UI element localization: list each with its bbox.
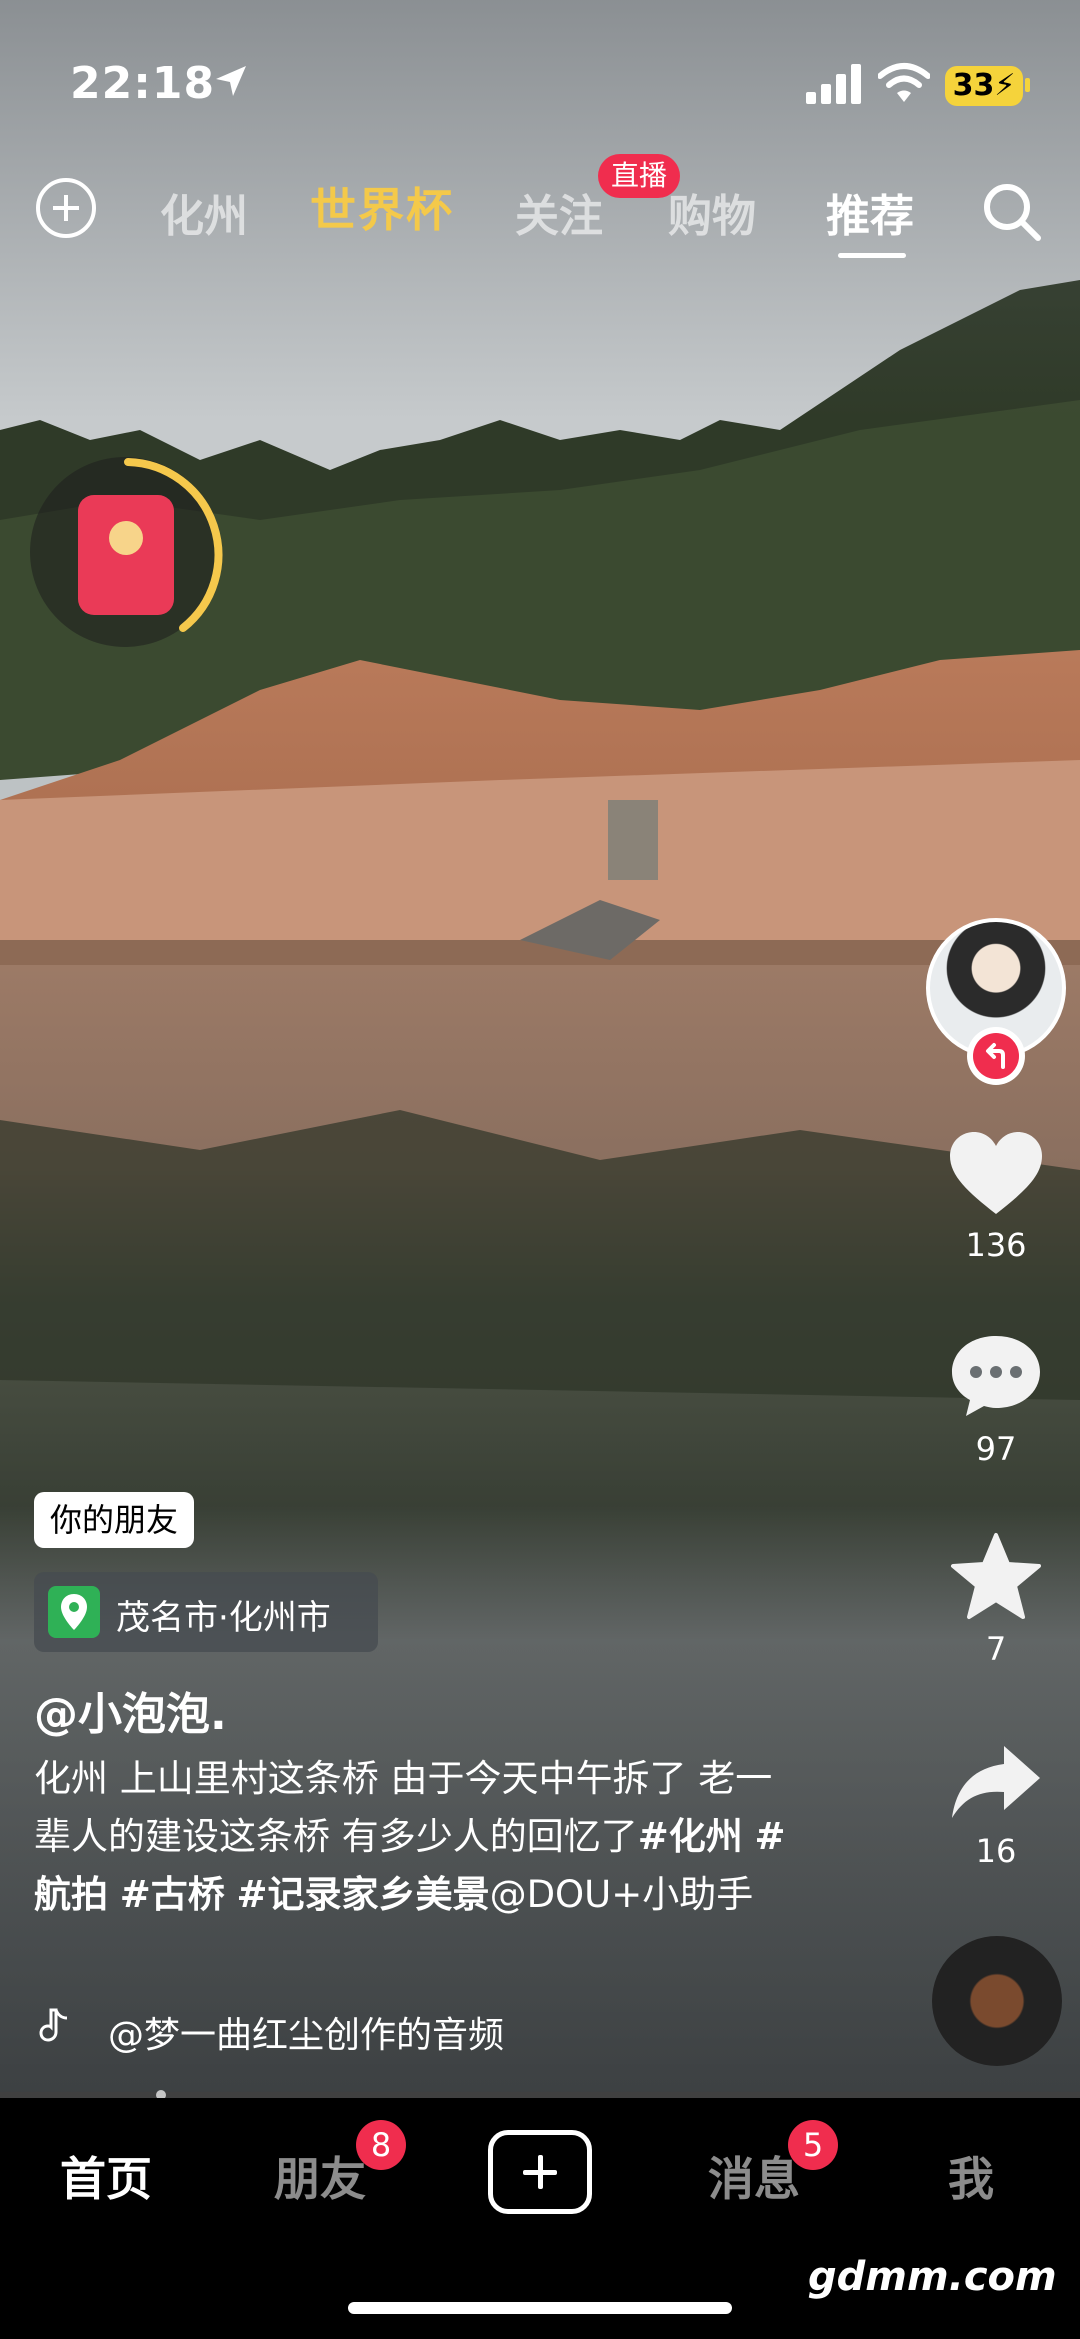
hashtag[interactable]: #化州 [638, 1815, 743, 1858]
status-bar: 22:18 33⚡ [0, 50, 1080, 120]
heart-icon [950, 1132, 1042, 1214]
status-time: 22:18 [70, 58, 216, 109]
messages-badge: 5 [788, 2120, 838, 2170]
author-name[interactable]: @小泡泡. [34, 1678, 227, 1742]
music-title: @梦一曲红尘创作的音频 [108, 2015, 505, 2056]
home-indicator [348, 2302, 732, 2314]
share-arrow-icon [952, 1746, 1040, 1818]
tab-recommend[interactable]: 推荐 [826, 180, 914, 244]
mention-link[interactable]: @DOU+小助手 [490, 1873, 754, 1916]
favorite-count: 7 [985, 1630, 1007, 1668]
red-envelope-icon [78, 495, 174, 615]
share-button[interactable]: 16 [930, 1742, 1062, 1870]
share-count: 16 [975, 1832, 1017, 1870]
battery-level: 33 [952, 68, 995, 103]
comment-button[interactable]: 97 [930, 1332, 1062, 1468]
location-tag[interactable]: 茂名市·化州市 [34, 1572, 378, 1652]
friends-badge: 8 [356, 2120, 406, 2170]
battery-indicator: 33⚡ [945, 66, 1023, 106]
screen: 22:18 33⚡ 化州 世界杯 关注 直播 购物 推荐 136 97 7 16… [0, 0, 1080, 2339]
location-arrow-icon [216, 66, 246, 96]
create-button[interactable] [488, 2130, 592, 2214]
map-pin-icon [48, 1586, 100, 1638]
comment-icon [952, 1336, 1040, 1416]
cellular-signal-icon [806, 64, 861, 104]
tiktok-note-icon [39, 2008, 68, 2042]
music-disc[interactable] [932, 1936, 1062, 2066]
nav-home[interactable]: 首页 [60, 2143, 152, 2209]
video-caption: 化州 上山里村这条桥 由于今天中午拆了 老一辈人的建设这条桥 有多少人的回忆了#… [34, 1750, 794, 1924]
comment-count: 97 [975, 1430, 1017, 1468]
charging-icon: ⚡ [994, 68, 1016, 103]
nav-messages[interactable]: 消息 [708, 2143, 800, 2209]
envelope-seal [109, 521, 143, 555]
active-tab-indicator [838, 253, 906, 258]
follow-arrow-icon [986, 1043, 1005, 1069]
location-text: 茂名市·化州市 [116, 1598, 331, 1638]
follow-button-inner [973, 1033, 1019, 1079]
tab-local[interactable]: 化州 [160, 180, 248, 244]
tab-worldcup[interactable]: 世界杯 [310, 174, 454, 240]
hashtag[interactable]: #记录家乡美景 [237, 1873, 490, 1916]
battery-nub [1025, 78, 1030, 92]
like-count: 136 [965, 1226, 1027, 1264]
nav-me[interactable]: 我 [948, 2143, 994, 2209]
search-icon[interactable] [980, 180, 1044, 244]
star-icon [951, 1533, 1041, 1619]
add-icon[interactable] [36, 178, 96, 238]
tab-following[interactable]: 关注 [515, 180, 603, 244]
wifi-icon [878, 63, 930, 102]
like-button[interactable]: 136 [930, 1130, 1062, 1264]
red-packet-widget[interactable] [28, 455, 228, 655]
top-nav: 化州 世界杯 关注 直播 购物 推荐 [0, 154, 1080, 260]
follow-button[interactable] [967, 1027, 1025, 1085]
hashtag[interactable]: #古桥 [120, 1873, 225, 1916]
tab-shopping[interactable]: 购物 [668, 180, 756, 244]
favorite-button[interactable]: 7 [930, 1532, 1062, 1668]
nav-friends[interactable]: 朋友 [274, 2143, 366, 2209]
watermark: gdmm.com [808, 2254, 1057, 2300]
friend-tag: 你的朋友 [34, 1492, 195, 1548]
